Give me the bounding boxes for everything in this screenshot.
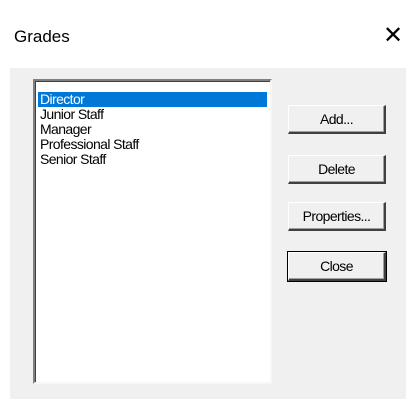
dialog-body: Director Junior Staff Manager Profession… <box>10 68 406 399</box>
listbox-inner: Director Junior Staff Manager Profession… <box>35 81 270 382</box>
list-item-professional-staff[interactable]: Professional Staff <box>38 137 267 152</box>
list-item-director[interactable]: Director <box>38 92 267 107</box>
list-item-junior-staff[interactable]: Junior Staff <box>38 107 267 122</box>
add-button[interactable]: Add... <box>288 105 386 134</box>
list-item-senior-staff[interactable]: Senior Staff <box>38 152 267 167</box>
delete-button[interactable]: Delete <box>288 155 386 184</box>
grades-listbox[interactable]: Director Junior Staff Manager Profession… <box>33 79 272 384</box>
window-title: Grades <box>14 27 70 46</box>
close-button[interactable]: Close <box>287 251 387 282</box>
close-window-icon[interactable]: ✕ <box>383 20 406 50</box>
list-item-manager[interactable]: Manager <box>38 122 267 137</box>
title-bar: Grades ✕ <box>0 0 406 68</box>
properties-button[interactable]: Properties... <box>288 202 386 231</box>
grades-dialog: Grades ✕ Director Junior Staff Manager P… <box>0 0 406 399</box>
